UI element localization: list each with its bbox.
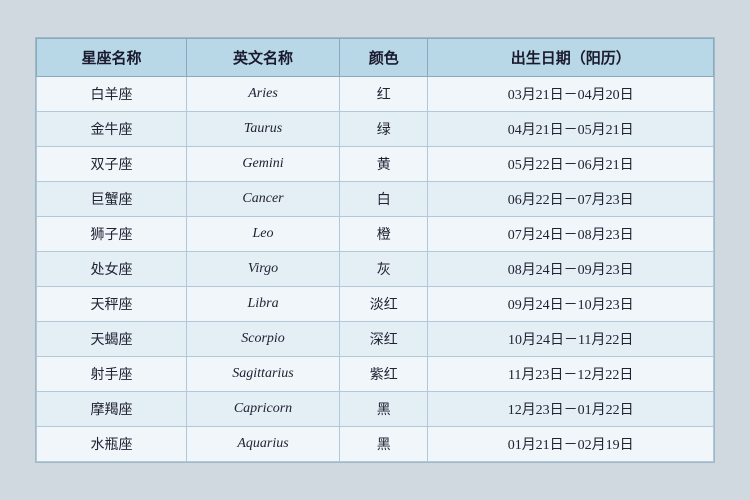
table-cell: 04月21日－05月21日 [428,112,714,147]
table-header-cell: 英文名称 [187,39,340,77]
table-cell: 09月24日－10月23日 [428,287,714,322]
table-cell: Aquarius [187,427,340,462]
table-cell: 射手座 [37,357,187,392]
table-cell: 01月21日－02月19日 [428,427,714,462]
zodiac-table: 星座名称英文名称颜色出生日期（阳历） 白羊座Aries红03月21日－04月20… [36,38,714,462]
table-cell: 深红 [340,322,428,357]
table-row: 摩羯座Capricorn黑12月23日－01月22日 [37,392,714,427]
table-cell: Scorpio [187,322,340,357]
table-cell: Libra [187,287,340,322]
table-header-cell: 星座名称 [37,39,187,77]
table-cell: 11月23日－12月22日 [428,357,714,392]
table-cell: 橙 [340,217,428,252]
table-cell: 03月21日－04月20日 [428,77,714,112]
table-cell: 黑 [340,427,428,462]
table-cell: 白羊座 [37,77,187,112]
table-row: 白羊座Aries红03月21日－04月20日 [37,77,714,112]
table-header-row: 星座名称英文名称颜色出生日期（阳历） [37,39,714,77]
table-header-cell: 颜色 [340,39,428,77]
table-row: 狮子座Leo橙07月24日－08月23日 [37,217,714,252]
table-cell: 金牛座 [37,112,187,147]
table-cell: 处女座 [37,252,187,287]
zodiac-table-container: 星座名称英文名称颜色出生日期（阳历） 白羊座Aries红03月21日－04月20… [35,37,715,463]
table-cell: Sagittarius [187,357,340,392]
table-row: 处女座Virgo灰08月24日－09月23日 [37,252,714,287]
table-cell: 天蝎座 [37,322,187,357]
table-cell: 10月24日－11月22日 [428,322,714,357]
table-cell: 05月22日－06月21日 [428,147,714,182]
table-row: 金牛座Taurus绿04月21日－05月21日 [37,112,714,147]
table-cell: 双子座 [37,147,187,182]
table-cell: 红 [340,77,428,112]
table-cell: 白 [340,182,428,217]
table-row: 水瓶座Aquarius黑01月21日－02月19日 [37,427,714,462]
table-cell: Virgo [187,252,340,287]
table-cell: 黑 [340,392,428,427]
table-cell: 灰 [340,252,428,287]
table-cell: 狮子座 [37,217,187,252]
table-cell: 摩羯座 [37,392,187,427]
table-cell: Cancer [187,182,340,217]
table-cell: 黄 [340,147,428,182]
table-cell: Aries [187,77,340,112]
table-header-cell: 出生日期（阳历） [428,39,714,77]
table-row: 双子座Gemini黄05月22日－06月21日 [37,147,714,182]
table-cell: Leo [187,217,340,252]
table-cell: 06月22日－07月23日 [428,182,714,217]
table-row: 射手座Sagittarius紫红11月23日－12月22日 [37,357,714,392]
table-cell: Taurus [187,112,340,147]
table-row: 天秤座Libra淡红09月24日－10月23日 [37,287,714,322]
table-cell: 07月24日－08月23日 [428,217,714,252]
table-cell: 水瓶座 [37,427,187,462]
table-cell: 12月23日－01月22日 [428,392,714,427]
table-cell: Gemini [187,147,340,182]
table-cell: 绿 [340,112,428,147]
table-cell: 淡红 [340,287,428,322]
table-cell: 天秤座 [37,287,187,322]
table-row: 天蝎座Scorpio深红10月24日－11月22日 [37,322,714,357]
table-cell: Capricorn [187,392,340,427]
table-cell: 紫红 [340,357,428,392]
table-cell: 08月24日－09月23日 [428,252,714,287]
table-cell: 巨蟹座 [37,182,187,217]
table-row: 巨蟹座Cancer白06月22日－07月23日 [37,182,714,217]
